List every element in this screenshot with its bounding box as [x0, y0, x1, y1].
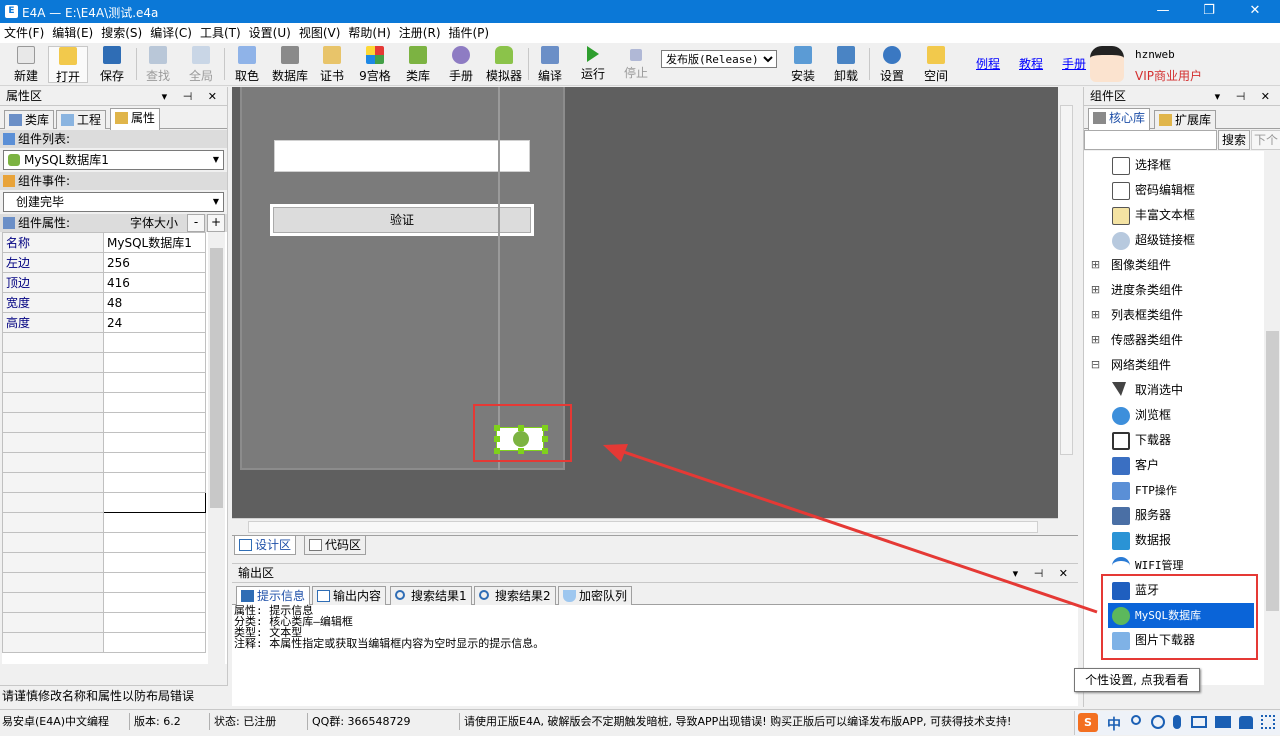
- status-version: 版本: 6.2: [132, 713, 210, 730]
- ime-mode[interactable]: 中: [1107, 714, 1121, 734]
- arrow-head: [603, 444, 628, 462]
- status-qq: QQ群: 366548729: [310, 713, 460, 730]
- keyboard-icon[interactable]: [1191, 716, 1207, 728]
- menu-grid-icon[interactable]: [1261, 715, 1275, 729]
- status-state: 状态: 已注册: [212, 713, 308, 730]
- microphone-icon[interactable]: [1173, 715, 1181, 729]
- emoji-icon[interactable]: [1151, 715, 1165, 729]
- status-product: 易安卓(E4A)中文编程: [0, 713, 130, 730]
- sogou-icon[interactable]: S: [1078, 713, 1098, 732]
- skin-icon[interactable]: [1239, 716, 1253, 729]
- status-notice: 请使用正版E4A, 破解版会不定期触发暗桩, 导致APP出现错误! 购买正版后可…: [464, 715, 1012, 728]
- punctuation-icon[interactable]: [1131, 715, 1141, 725]
- arrow-line: [611, 446, 1098, 614]
- annotation-arrow: [603, 444, 1098, 614]
- ime-toolbar[interactable]: S 中: [1074, 711, 1280, 735]
- status-bar: 易安卓(E4A)中文编程 版本: 6.2 状态: 已注册 QQ群: 366548…: [0, 709, 1280, 736]
- toolbox-icon[interactable]: [1215, 716, 1231, 728]
- tooltip: 个性设置, 点我看看: [1074, 668, 1200, 692]
